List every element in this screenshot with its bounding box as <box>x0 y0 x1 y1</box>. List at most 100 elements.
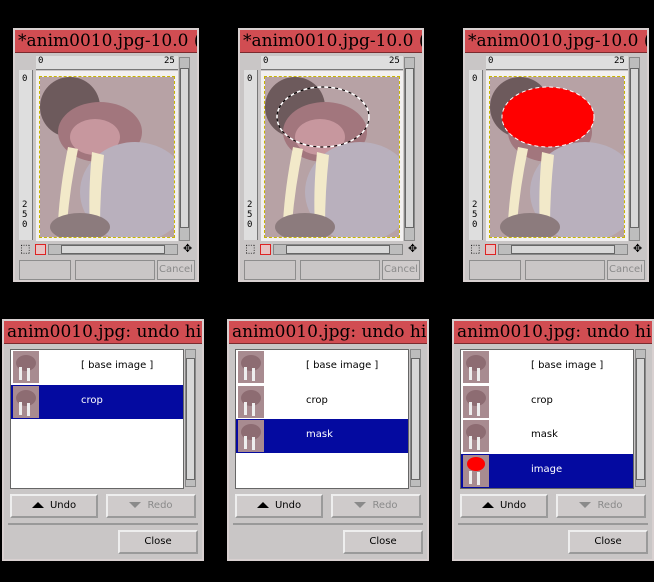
history-list[interactable]: [ base image ] crop <box>10 349 184 489</box>
ruler-h-end: 25 <box>389 56 400 66</box>
redo-button[interactable]: Redo <box>331 494 421 518</box>
undo-history-window-1: anim0010.jpg: undo history [ base image … <box>2 319 204 561</box>
history-item[interactable]: [ base image ] <box>236 350 408 384</box>
ruler-v-bottom: 250 <box>247 200 253 230</box>
undo-button[interactable]: Undo <box>10 494 98 518</box>
window-title: anim0010.jpg: undo history <box>457 322 652 342</box>
history-thumbnail <box>463 455 489 487</box>
horizontal-ruler[interactable]: 0 25 <box>36 56 178 70</box>
image-window-titlebar[interactable]: *anim0010.jpg-10.0 (RGB) <box>240 30 422 53</box>
history-item-label: [ base image ] <box>531 360 604 371</box>
undo-arrow-icon <box>481 502 494 508</box>
image-window-2: *anim0010.jpg-10.0 (RGB) 0 25 0 250 ⬚ <box>238 28 424 282</box>
quickmask-icon[interactable]: ⬚ <box>470 243 481 254</box>
history-thumbnail <box>463 351 489 383</box>
history-item-selected[interactable]: image <box>461 454 633 488</box>
window-title: *anim0010.jpg-10.0 (RGB) <box>18 31 197 51</box>
undo-button[interactable]: Undo <box>235 494 323 518</box>
window-title: anim0010.jpg: undo history <box>232 322 427 342</box>
history-item-label: crop <box>531 395 553 406</box>
horizontal-scrollbar[interactable] <box>48 244 178 255</box>
scrollbar-thumb[interactable] <box>61 245 165 254</box>
history-item[interactable]: [ base image ] <box>11 350 183 384</box>
navigate-icon[interactable]: ✥ <box>408 243 419 254</box>
vertical-ruler[interactable]: 0 250 <box>19 70 33 240</box>
image-canvas[interactable] <box>486 71 628 241</box>
image-window-titlebar[interactable]: *anim0010.jpg-10.0 (RGB) <box>15 30 197 53</box>
scrollbar-thumb[interactable] <box>405 68 414 228</box>
ruler-h-end: 25 <box>614 56 625 66</box>
image-canvas[interactable] <box>36 71 178 241</box>
cancel-button[interactable]: Cancel <box>607 260 645 280</box>
history-scrollbar[interactable] <box>185 349 196 487</box>
close-button[interactable]: Close <box>118 530 198 554</box>
quickmask-toggle-icon[interactable] <box>485 244 496 255</box>
navigate-icon[interactable]: ✥ <box>633 243 644 254</box>
undo-button[interactable]: Undo <box>460 494 548 518</box>
scrollbar-thumb[interactable] <box>286 245 390 254</box>
ruler-h-start: 0 <box>38 56 44 66</box>
coordinate-display <box>469 260 521 280</box>
scrollbar-thumb[interactable] <box>636 358 645 480</box>
scrollbar-thumb[interactable] <box>180 68 189 228</box>
history-window-titlebar[interactable]: anim0010.jpg: undo history <box>4 321 202 344</box>
window-title: *anim0010.jpg-10.0 (RGB) <box>468 31 647 51</box>
status-bar <box>300 260 380 280</box>
scrollbar-thumb[interactable] <box>511 245 615 254</box>
undo-arrow-icon <box>31 502 44 508</box>
history-list[interactable]: [ base image ] crop mask <box>235 349 409 489</box>
history-scrollbar[interactable] <box>410 349 421 487</box>
image-window-titlebar[interactable]: *anim0010.jpg-10.0 (RGB) <box>465 30 647 53</box>
horizontal-ruler[interactable]: 0 25 <box>486 56 628 70</box>
close-button[interactable]: Close <box>343 530 423 554</box>
history-item[interactable]: mask <box>461 419 633 453</box>
quickmask-toggle-icon[interactable] <box>35 244 46 255</box>
horizontal-ruler[interactable]: 0 25 <box>261 56 403 70</box>
vertical-scrollbar[interactable] <box>179 57 190 241</box>
undo-label: Undo <box>499 500 527 511</box>
vertical-ruler[interactable]: 0 250 <box>469 70 483 240</box>
quickmask-icon[interactable]: ⬚ <box>245 243 256 254</box>
horizontal-scrollbar[interactable] <box>273 244 403 255</box>
ruler-h-end: 25 <box>164 56 175 66</box>
image-canvas[interactable] <box>261 71 403 241</box>
ruler-v-bottom: 250 <box>22 200 28 230</box>
history-scrollbar[interactable] <box>635 349 646 487</box>
history-item[interactable]: crop <box>236 385 408 419</box>
vertical-scrollbar[interactable] <box>404 57 415 241</box>
history-item-label: mask <box>306 429 333 440</box>
history-thumbnail <box>13 386 39 418</box>
history-thumbnail <box>463 386 489 418</box>
navigate-icon[interactable]: ✥ <box>183 243 194 254</box>
vertical-ruler[interactable]: 0 250 <box>244 70 258 240</box>
vertical-scrollbar[interactable] <box>629 57 640 241</box>
quickmask-icon[interactable]: ⬚ <box>20 243 31 254</box>
history-window-titlebar[interactable]: anim0010.jpg: undo history <box>454 321 652 344</box>
history-item-selected[interactable]: mask <box>236 419 408 453</box>
history-item[interactable]: [ base image ] <box>461 350 633 384</box>
quickmask-toggle-icon[interactable] <box>260 244 271 255</box>
history-item-label: [ base image ] <box>81 360 154 371</box>
history-thumbnail <box>463 420 489 452</box>
close-button[interactable]: Close <box>568 530 648 554</box>
walrus-photo <box>39 76 175 238</box>
scrollbar-thumb[interactable] <box>186 358 195 480</box>
redo-arrow-icon <box>579 502 592 508</box>
horizontal-scrollbar[interactable] <box>498 244 628 255</box>
undo-label: Undo <box>274 500 302 511</box>
scrollbar-thumb[interactable] <box>630 68 639 228</box>
redo-button[interactable]: Redo <box>556 494 646 518</box>
coordinate-display <box>19 260 71 280</box>
cancel-button[interactable]: Cancel <box>157 260 195 280</box>
history-window-titlebar[interactable]: anim0010.jpg: undo history <box>229 321 427 344</box>
history-item[interactable]: crop <box>461 385 633 419</box>
ruler-h-start: 0 <box>488 56 494 66</box>
scrollbar-thumb[interactable] <box>411 358 420 480</box>
history-item-selected[interactable]: crop <box>11 385 183 419</box>
redo-button[interactable]: Redo <box>106 494 196 518</box>
coordinate-display <box>244 260 296 280</box>
history-list[interactable]: [ base image ] crop mask image <box>460 349 634 489</box>
history-item-label: crop <box>306 395 328 406</box>
ruler-v-top: 0 <box>247 74 253 84</box>
cancel-button[interactable]: Cancel <box>382 260 420 280</box>
